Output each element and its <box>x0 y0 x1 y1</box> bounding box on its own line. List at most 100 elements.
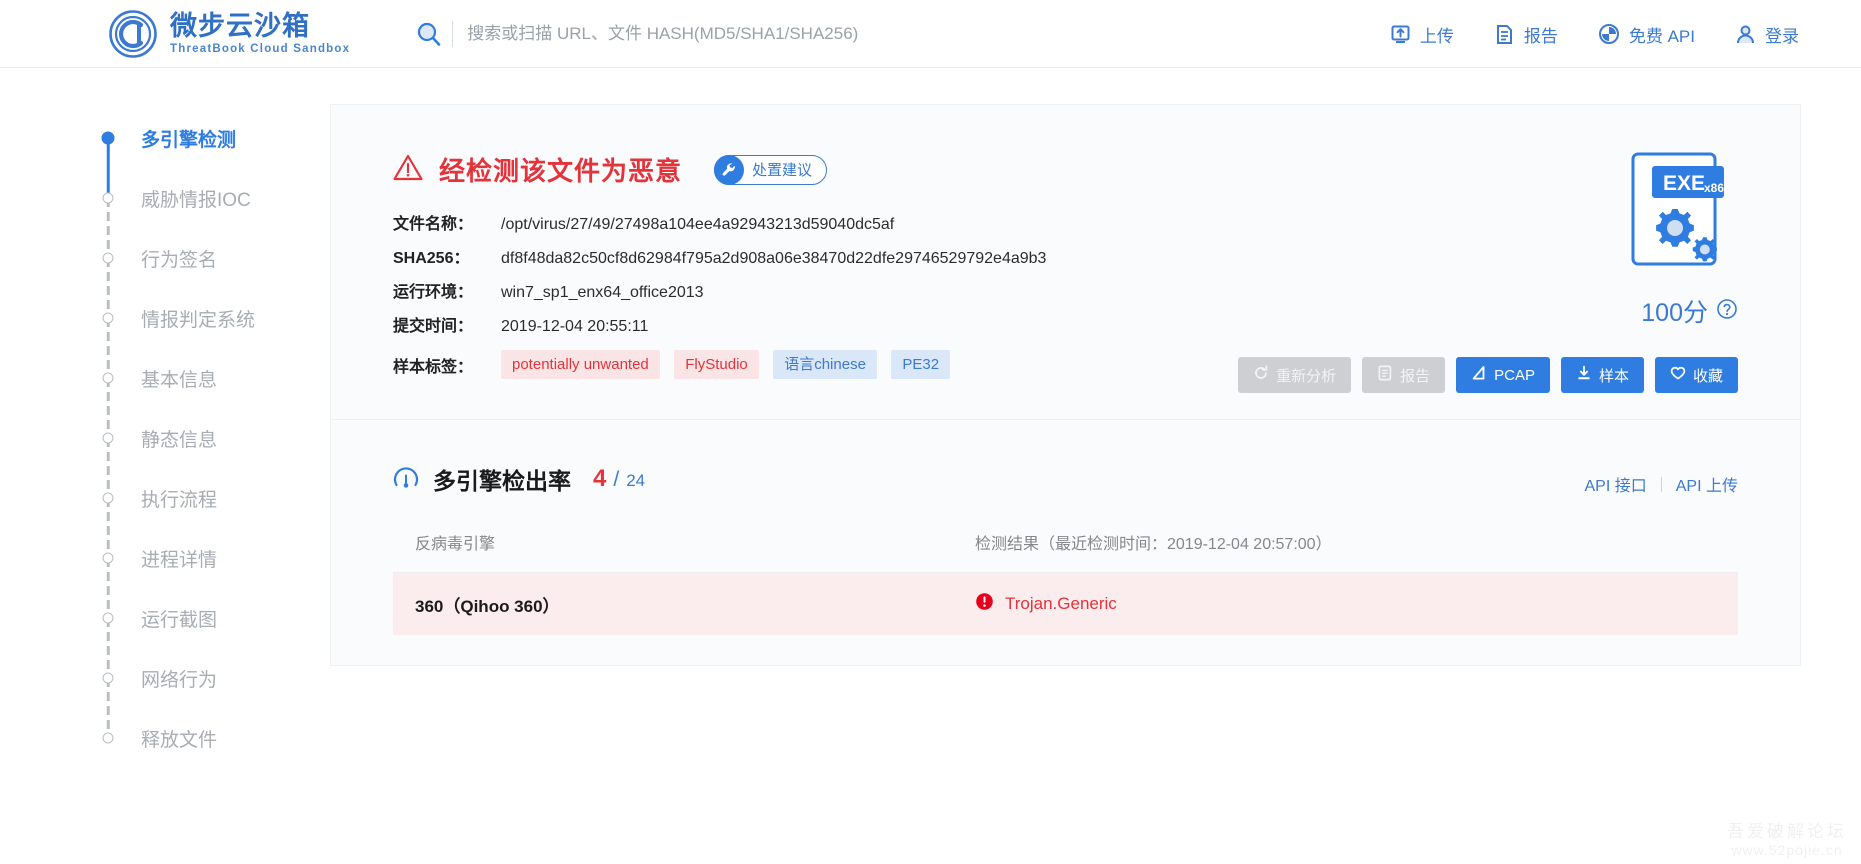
sidebar-item-label: 静态信息 <box>141 429 218 451</box>
pcap-icon <box>1471 365 1487 385</box>
timeline-connector <box>106 618 110 678</box>
advice-button-label: 处置建议 <box>752 162 813 179</box>
watermark-title: 吾爱破解论坛 <box>1727 822 1847 841</box>
table-row[interactable] <box>393 635 1738 665</box>
meta-value: df8f48da82c50cf8d62984f795a2d908a06e3847… <box>501 250 1047 267</box>
meta-row-environment: 运行环境： win7_sp1_enx64_office2013 <box>393 278 1738 302</box>
nav-report-label: 报告 <box>1523 26 1558 46</box>
meta-key: 运行环境： <box>393 284 474 301</box>
header-nav: 上传 报告 免费 API 登录 <box>1390 0 1799 68</box>
column-header-result: 检测结果（最近检测时间：2019-12-04 20:57:00） <box>975 536 1332 553</box>
nav-login-label: 登录 <box>1765 26 1799 46</box>
timeline-dot <box>102 252 114 264</box>
nav-upload-label: 上传 <box>1419 26 1454 46</box>
favorite-button[interactable]: 收藏 <box>1654 357 1738 393</box>
score-value: 100分 <box>1641 299 1708 327</box>
report-button-label: 报告 <box>1400 367 1431 385</box>
nav-login[interactable]: 登录 <box>1735 22 1799 47</box>
report-card: 经检测该文件为恶意 处置建议 文件名称： /opt/virus/27/49/27… <box>330 104 1801 666</box>
watermark: 吾爱破解论坛 www.52pojie.cn <box>1727 817 1847 858</box>
meta-key: SHA256： <box>393 250 470 267</box>
warning-triangle-icon <box>393 154 423 186</box>
nav-upload[interactable]: 上传 <box>1390 22 1454 47</box>
pcap-button[interactable]: PCAP <box>1456 357 1550 393</box>
file-meta-table: 文件名称： /opt/virus/27/49/27498a104ee4a9294… <box>393 210 1738 379</box>
svg-text:EXE: EXE <box>1663 172 1705 195</box>
sample-tag[interactable]: PE32 <box>891 350 951 379</box>
sidebar-item-dropped-files[interactable]: 释放文件 <box>102 708 330 768</box>
search-divider <box>452 20 454 47</box>
sidebar-item-execution-flow[interactable]: 执行流程 <box>102 468 330 558</box>
timeline-dot <box>102 612 114 624</box>
sample-tag[interactable]: FlyStudio <box>674 350 759 379</box>
meta-value: win7_sp1_enx64_office2013 <box>501 284 704 301</box>
search-icon[interactable] <box>408 21 450 47</box>
table-row[interactable]: 360（Qihoo 360） Trojan.Generic <box>393 573 1738 635</box>
api-upload-link[interactable]: API 上传 <box>1676 472 1738 496</box>
timeline-connector <box>106 498 110 558</box>
alert-circle-icon <box>975 592 994 616</box>
sidebar-item-network-behavior[interactable]: 网络行为 <box>102 648 330 738</box>
timeline-dot <box>102 192 114 204</box>
exe-file-icon: EXE x86 <box>1626 149 1730 269</box>
reanalyze-button[interactable]: 重新分析 <box>1238 357 1352 393</box>
sidebar-item-multi-engine[interactable]: 多引擎检测 <box>101 108 330 198</box>
sidebar-item-threat-ioc[interactable]: 威胁情报IOC <box>102 168 330 258</box>
heart-icon <box>1670 365 1686 385</box>
sidebar-item-label: 情报判定系统 <box>141 309 256 331</box>
timeline-connector <box>106 258 110 318</box>
svg-text:x86: x86 <box>1704 181 1724 195</box>
wrench-icon <box>714 154 745 185</box>
sidebar-item-label: 释放文件 <box>141 729 218 751</box>
sidebar-item-label: 多引擎检测 <box>141 129 237 151</box>
sample-button-label: 样本 <box>1598 367 1629 385</box>
engine-name: 360（Qihoo 360） <box>415 596 560 616</box>
sample-tag[interactable]: potentially unwanted <box>501 350 660 379</box>
gauge-icon <box>393 466 419 492</box>
search-bar[interactable] <box>408 14 1028 54</box>
api-interface-link[interactable]: API 接口 <box>1585 472 1647 496</box>
report-button[interactable]: 报告 <box>1362 357 1446 393</box>
sample-download-button[interactable]: 样本 <box>1560 357 1644 393</box>
timeline-dot <box>102 492 114 504</box>
engine-result: Trojan.Generic <box>975 592 1117 616</box>
sidebar-item-label: 行为签名 <box>141 249 218 271</box>
timeline-dot <box>101 131 115 145</box>
detection-header: 多引擎检出率 4 / 24 <box>393 462 1738 496</box>
help-circle-icon[interactable] <box>1716 298 1738 325</box>
timeline-connector <box>106 198 110 258</box>
refresh-icon <box>1253 365 1269 385</box>
advice-button[interactable]: 处置建议 <box>714 154 828 185</box>
table-header-row: 反病毒引擎 检测结果（最近检测时间：2019-12-04 20:57:00） <box>393 530 1738 573</box>
timeline-connector <box>106 438 110 498</box>
meta-row-submit-time: 提交时间： 2019-12-04 20:55:11 <box>393 312 1738 336</box>
nav-free-api[interactable]: 免费 API <box>1598 22 1695 47</box>
engine-results-table: 反病毒引擎 检测结果（最近检测时间：2019-12-04 20:57:00） 3… <box>393 530 1738 665</box>
api-link-divider <box>1660 476 1662 492</box>
detection-total: 24 <box>626 471 646 490</box>
sidebar-item-basic-info[interactable]: 基本信息 <box>102 348 330 438</box>
verdict-row: 经检测该文件为恶意 处置建议 <box>393 151 1738 188</box>
score-display: 100分 <box>1641 293 1738 329</box>
sidebar-item-process-detail[interactable]: 进程详情 <box>102 528 330 618</box>
timeline-connector <box>106 138 110 198</box>
page-body: 多引擎检测 威胁情报IOC 行为签名 情报判定系统 基本信息 静态信息 执行流程… <box>0 68 1861 864</box>
brand-logo[interactable]: 微步云沙箱 ThreatBook Cloud Sandbox <box>108 9 350 59</box>
sidebar-item-behavior-signature[interactable]: 行为签名 <box>102 228 330 318</box>
summary-section: 经检测该文件为恶意 处置建议 文件名称： /opt/virus/27/49/27… <box>331 105 1800 420</box>
detection-title: 多引擎检出率 <box>433 468 571 494</box>
meta-key: 样本标签： <box>393 358 474 376</box>
sidebar-item-static-info[interactable]: 静态信息 <box>102 408 330 498</box>
user-icon <box>1735 24 1756 45</box>
sample-tag[interactable]: 语言chinese <box>773 350 877 379</box>
sidebar-item-intel-verdict[interactable]: 情报判定系统 <box>102 288 330 378</box>
timeline-dot <box>102 672 114 684</box>
sidebar-item-label: 运行截图 <box>141 609 218 631</box>
tag-list: potentially unwanted FlyStudio 语言chinese… <box>501 350 960 379</box>
meta-key: 提交时间： <box>393 318 474 335</box>
sidebar-item-screenshots[interactable]: 运行截图 <box>102 588 330 678</box>
nav-report[interactable]: 报告 <box>1494 22 1558 47</box>
search-input[interactable] <box>467 23 1028 44</box>
timeline-dot <box>102 372 114 384</box>
sidebar-nav-list: 多引擎检测 威胁情报IOC 行为签名 情报判定系统 基本信息 静态信息 执行流程… <box>101 108 330 768</box>
